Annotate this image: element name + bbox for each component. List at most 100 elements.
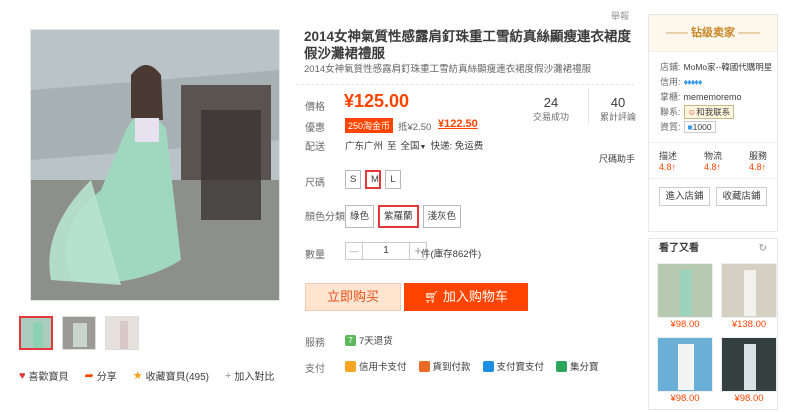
stat-reviews-num: 40 (610, 95, 626, 110)
rec-item-2-price: ¥138.00 (731, 319, 767, 330)
seller-panel: —— 钻级卖家 —— 店鋪: MoMo家--韓國代購明星 信用: ♦♦♦♦♦ 掌櫃:… (648, 14, 778, 232)
product-title: 2014女神氣質性感露肩釘珠重工雪紡真絲顯瘦連衣裙度假沙灘裙禮服 (304, 29, 632, 61)
score-service-value: 4.8 (748, 162, 762, 172)
quantity-input[interactable]: 1 (363, 242, 409, 260)
qualification-badge[interactable]: ■1000 (683, 120, 716, 133)
pay-credit-card[interactable]: 信用卡支付 (345, 359, 407, 373)
ship-to-select[interactable]: 全国▼ (401, 138, 427, 152)
share-icon: ➦ (84, 370, 94, 382)
also-viewed-title: 看了又看 ↻ (649, 239, 777, 259)
share-action[interactable]: ➦ 分享 (85, 368, 117, 383)
seller-qual-row: 資質: ■1000 (649, 119, 777, 134)
qualification-value: 1000 (692, 121, 712, 132)
seller-badge: —— 钻级卖家 —— (649, 15, 777, 52)
color-option-green[interactable]: 綠色 (345, 205, 375, 228)
stat-sales-label: 交易成功 (532, 112, 569, 122)
stats-divider (588, 88, 589, 124)
ship-info: 广东广州 至 全国▼ 快递: 免运费 (345, 138, 483, 152)
diamond-icons[interactable]: ♦♦♦♦♦ (684, 77, 703, 87)
rec-item-1-price: ¥98.00 (670, 319, 700, 330)
contact-seller-label: 和我联系 (696, 106, 731, 117)
seller-badge-text: 钻级卖家 (691, 27, 735, 39)
enter-shop-button[interactable]: 進入店鋪 (659, 187, 710, 206)
add-to-cart-button[interactable]: 🛒︎ 加入购物车 (404, 283, 528, 311)
rec-item-1-image[interactable] (657, 263, 713, 318)
star-icon: ★ (132, 370, 143, 382)
seller-keeper-name[interactable]: mememoremo (684, 92, 742, 102)
stock-text: 件(庫存862件) (421, 249, 482, 260)
service-7day-return[interactable]: 7 7天退货 (345, 333, 393, 347)
ship-label: 配送 (305, 142, 325, 153)
score-service[interactable]: 服務 4.8↑ (749, 149, 767, 172)
compare-label: 加入對比 (234, 372, 275, 383)
thumbnail-1[interactable] (19, 316, 53, 350)
score-logistics-value: 4.8 (703, 162, 717, 172)
rec-item-4-price: ¥98.00 (734, 393, 764, 404)
score-description-label: 描述 (659, 151, 678, 161)
contact-seller-button[interactable]: ☺和我联系 (683, 104, 735, 119)
size-option-l[interactable]: L (385, 170, 401, 189)
cod-icon (418, 360, 430, 372)
rec-item-2[interactable]: ¥138.00 (721, 263, 777, 330)
compare-action[interactable]: + 加入對比 (225, 368, 275, 384)
chat-icon: ☺ (687, 106, 697, 117)
color-option-lightgray[interactable]: 淺灰色 (422, 205, 462, 228)
favorite-action[interactable]: ★ 收藏寶貝(495) (133, 368, 209, 383)
ship-note: 快递: 免运费 (430, 141, 484, 152)
promo-label: 優惠 (305, 123, 325, 134)
pay-cod[interactable]: 貨到付款 (418, 359, 471, 373)
share-label: 分享 (96, 372, 117, 383)
score-logistics-label: 物流 (703, 151, 722, 161)
service-7day-label: 7天退货 (359, 336, 393, 347)
rec-item-4-image[interactable] (721, 337, 777, 392)
seller-shop-key: 店鋪: (660, 62, 681, 72)
score-logistics[interactable]: 物流 4.8↑ (704, 149, 722, 172)
pay-jifenbao[interactable]: 集分寶 (556, 359, 599, 373)
score-description[interactable]: 描述 4.8↑ (659, 149, 677, 172)
rec-item-1[interactable]: ¥98.00 (657, 263, 713, 330)
pay-alipay-label: 支付寶支付 (496, 362, 545, 373)
like-label: 喜歡寶貝 (28, 372, 69, 383)
promo-discount: 抵¥2.50 (398, 122, 432, 133)
seller-contact-key: 聯系: (660, 107, 681, 117)
refresh-icon[interactable]: ↻ (759, 239, 767, 259)
score-service-label: 服務 (748, 151, 767, 161)
price-label: 價格 (305, 102, 325, 113)
rec-item-3-image[interactable] (657, 337, 713, 392)
ship-to-word: 至 (387, 141, 397, 152)
rec-item-4[interactable]: ¥98.00 (721, 337, 777, 404)
stat-reviews[interactable]: 40 累計評論 (590, 95, 646, 123)
size-option-s[interactable]: S (345, 170, 361, 189)
report-link[interactable]: 舉報 (611, 9, 629, 22)
rec-item-2-image[interactable] (721, 263, 777, 318)
ship-from: 广东广州 (345, 141, 384, 152)
main-product-image[interactable] (30, 29, 280, 301)
like-action[interactable]: ♥ 喜歡寶貝 (19, 368, 69, 384)
size-option-m[interactable]: M (365, 170, 381, 189)
size-helper-link[interactable]: 尺碼助手 (599, 152, 635, 165)
quantity-stepper: — 1 + (345, 242, 427, 260)
ship-to-value: 全国 (400, 141, 420, 152)
seller-shop-name[interactable]: MoMo家--韓國代購明星 (684, 61, 773, 73)
rec-item-3[interactable]: ¥98.00 (657, 337, 713, 404)
quantity-label: 數量 (305, 250, 325, 261)
thumbnail-3[interactable] (105, 316, 139, 350)
promo-price[interactable]: ¥122.50 (438, 118, 478, 130)
jifenbao-icon (556, 360, 568, 372)
arrow-up-icon: ↑ (671, 162, 677, 172)
stat-sales: 24 交易成功 (523, 95, 579, 123)
quantity-minus-button[interactable]: — (345, 242, 363, 260)
seller-qual-key: 資質: (660, 122, 681, 132)
favorite-shop-button[interactable]: 收藏店鋪 (716, 187, 767, 206)
pay-alipay[interactable]: 支付寶支付 (482, 359, 545, 373)
color-option-violet[interactable]: 紫羅蘭 (378, 205, 419, 228)
seller-credit-row: 信用: ♦♦♦♦♦ (649, 74, 777, 89)
size-label: 尺碼 (305, 178, 325, 189)
thumbnail-strip (19, 316, 139, 350)
thumbnail-2[interactable] (62, 316, 96, 350)
also-viewed-title-text: 看了又看 (659, 243, 699, 254)
buy-now-button[interactable]: 立即购买 (305, 283, 401, 311)
payment-methods: 信用卡支付 貨到付款 支付寶支付 集分寶 (345, 359, 599, 373)
product-subtitle: 2014女神氣質性感露肩釘珠重工雪紡真絲顯瘦連衣裙度假沙灘裙禮服 (304, 64, 592, 75)
service-label: 服務 (305, 338, 325, 349)
